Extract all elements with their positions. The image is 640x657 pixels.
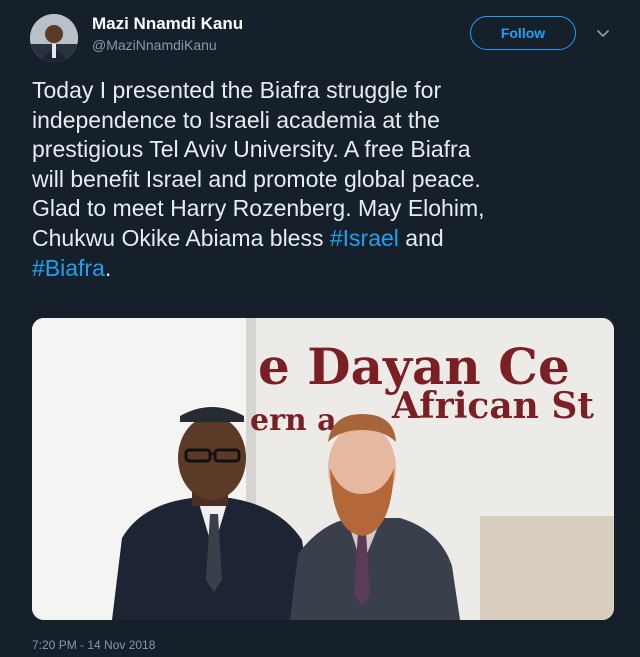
tweet-card: Mazi Nnamdi Kanu @MaziNnamdiKanu Follow … bbox=[0, 0, 640, 657]
sign-text-line2-left: ern a bbox=[250, 403, 337, 438]
tweet-text-line: Today I presented the Biafra struggle fo… bbox=[32, 77, 442, 103]
hashtag-israel-link[interactable]: #Israel bbox=[330, 225, 399, 251]
chevron-down-icon[interactable] bbox=[594, 24, 612, 42]
author-handle[interactable]: @MaziNnamdiKanu bbox=[92, 37, 217, 53]
tweet-text-line: Glad to meet Harry Rozenberg. May Elohim… bbox=[32, 195, 485, 222]
author-display-name[interactable]: Mazi Nnamdi Kanu bbox=[92, 14, 243, 34]
tweet-text-line: #Biafra. bbox=[32, 254, 622, 284]
tweet-text-line: Chukwu Okike Abiama bless #Israel and bbox=[32, 224, 622, 254]
tweet-timestamp[interactable]: 7:20 PM - 14 Nov 2018 bbox=[32, 638, 155, 652]
avatar[interactable] bbox=[30, 14, 78, 62]
tweet-text-segment: . bbox=[104, 254, 112, 281]
photo-scene: e Dayan Ce ern a African St bbox=[32, 318, 614, 620]
tweet-photo[interactable]: e Dayan Ce ern a African St bbox=[32, 318, 614, 620]
tweet-text: Today I presented the Biafra struggle fo… bbox=[32, 76, 622, 283]
hashtag-biafra-link[interactable]: #Biafra bbox=[32, 255, 105, 281]
tweet-text-segment: Chukwu Okike Abiama bless bbox=[32, 224, 330, 251]
tweet-text-line: prestigious Tel Aviv University. A free … bbox=[32, 136, 471, 163]
tweet-text-segment: and bbox=[398, 224, 444, 251]
tweet-text-line: independence to Israeli academia at the bbox=[32, 106, 440, 133]
avatar-image bbox=[30, 14, 78, 62]
tweet-text-line: will benefit Israel and promote global p… bbox=[32, 165, 481, 192]
sign-text-line2-right: African St bbox=[391, 385, 594, 427]
tweet-header: Mazi Nnamdi Kanu @MaziNnamdiKanu Follow bbox=[0, 0, 640, 70]
follow-button[interactable]: Follow bbox=[470, 16, 576, 50]
